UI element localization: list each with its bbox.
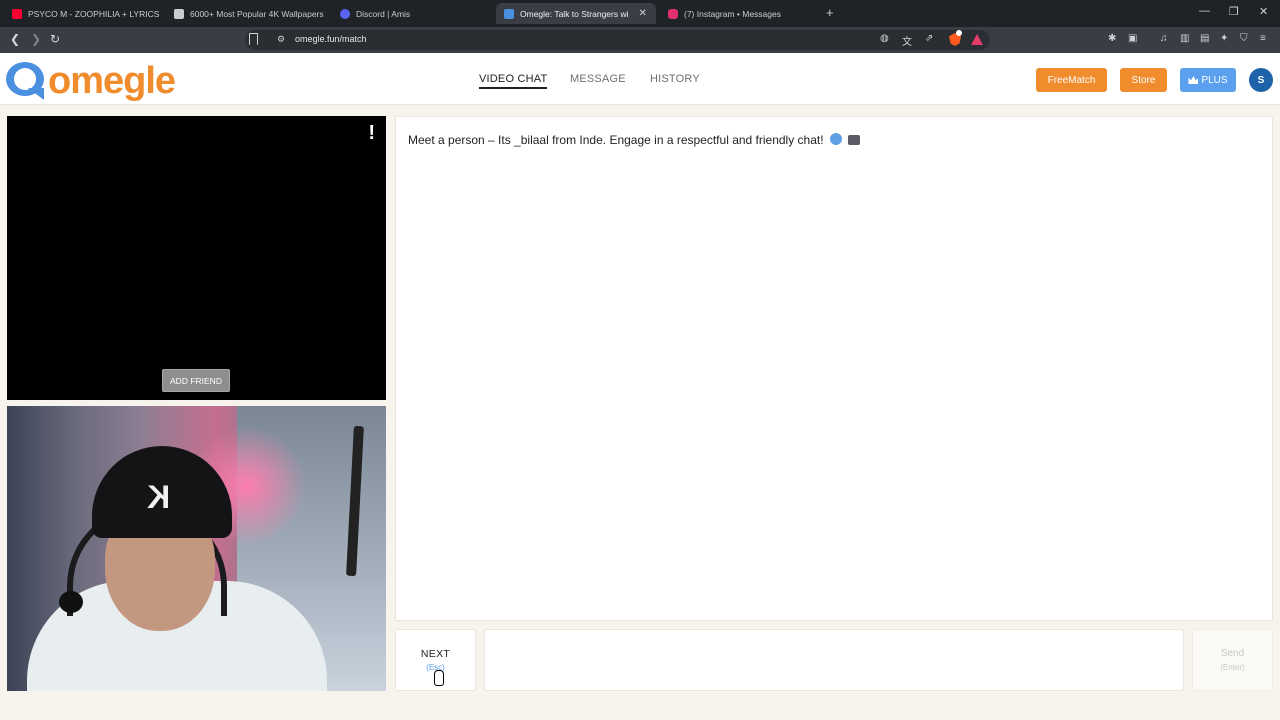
- nav-video-chat[interactable]: VIDEO CHAT: [479, 73, 548, 89]
- close-window-icon[interactable]: ✕: [1259, 5, 1268, 18]
- user-avatar[interactable]: S: [1249, 68, 1273, 92]
- plus-button[interactable]: PLUS: [1180, 68, 1236, 92]
- shields-badge: [956, 30, 962, 36]
- self-video: K: [7, 406, 386, 691]
- instagram-icon: [668, 8, 678, 19]
- back-icon[interactable]: ❮: [10, 32, 20, 46]
- browser-tab-youtube[interactable]: PSYCO M - ZOOPHILIA + LYRICS (TN: [4, 3, 162, 24]
- forward-icon[interactable]: ❯: [31, 32, 41, 46]
- youtube-icon: [12, 8, 22, 19]
- minimize-icon[interactable]: —: [1199, 5, 1210, 17]
- freematch-button[interactable]: FreeMatch: [1036, 68, 1107, 92]
- hand-cursor-icon: [434, 670, 444, 686]
- video-person-mic: [59, 591, 83, 613]
- tab-title: Omegle: Talk to Strangers wi: [520, 8, 629, 19]
- nav-history[interactable]: HISTORY: [650, 73, 700, 85]
- logo-text: omegle: [48, 60, 176, 102]
- reload-icon[interactable]: ↻: [50, 32, 60, 46]
- vpn-icon[interactable]: ⛉: [1240, 33, 1248, 44]
- discord-icon: [340, 8, 350, 19]
- browser-tab-omegle[interactable]: Omegle: Talk to Strangers wi ✕: [496, 3, 656, 24]
- screenshot-icon[interactable]: ▣: [1128, 33, 1137, 44]
- media-icon[interactable]: ♫: [1160, 33, 1168, 44]
- bookmark-icon[interactable]: [249, 33, 258, 45]
- video-camera-icon: [848, 135, 861, 145]
- send-label: Send: [1220, 648, 1245, 659]
- send-shortcut-hint: (Enter): [1220, 663, 1245, 672]
- plus-label: PLUS: [1201, 74, 1228, 86]
- next-label: NEXT: [420, 648, 451, 660]
- nav-message[interactable]: MESSAGE: [570, 73, 626, 85]
- browser-toolbar: ❮ ❯ ↻ ⚙ omegle.fun/match ◍ 文 ⇗ ✱ ▣ ♫ ▥ ▤…: [0, 27, 1280, 53]
- url-text: omegle.fun/match: [295, 34, 367, 44]
- chat-system-message: Meet a person – Its _bilaal from Inde. E…: [408, 133, 861, 147]
- new-tab-icon[interactable]: +: [826, 5, 834, 20]
- browser-tab-discord[interactable]: Discord | Amis: [332, 3, 494, 24]
- sidebar-icon[interactable]: ▥: [1180, 33, 1189, 44]
- brave-rewards-icon[interactable]: [971, 34, 983, 45]
- tab-title: Discord | Amis: [356, 8, 411, 19]
- chat-message-text: Meet a person – Its _bilaal from Inde. E…: [408, 133, 824, 147]
- reader-mode-icon[interactable]: ◍: [880, 33, 889, 44]
- browser-tab-wallpapers[interactable]: 6000+ Most Popular 4K Wallpapers: [166, 3, 332, 24]
- wallet-icon[interactable]: ▤: [1200, 33, 1209, 44]
- crown-icon: [1188, 76, 1199, 84]
- store-button[interactable]: Store: [1120, 68, 1167, 92]
- send-button[interactable]: Send (Enter): [1192, 629, 1273, 691]
- beanie-logo-icon: K: [147, 479, 171, 515]
- chat-log: Meet a person – Its _bilaal from Inde. E…: [395, 116, 1273, 621]
- translate-icon[interactable]: 文: [902, 33, 912, 48]
- report-icon[interactable]: !: [368, 122, 375, 145]
- menu-icon[interactable]: ≡: [1260, 33, 1266, 44]
- site-header: omegle VIDEO CHAT MESSAGE HISTORY FreeMa…: [0, 53, 1280, 105]
- omegle-icon: [504, 8, 514, 19]
- browser-tab-bar: PSYCO M - ZOOPHILIA + LYRICS (TN 6000+ M…: [0, 0, 1280, 27]
- add-friend-button[interactable]: ADD FRIEND: [162, 369, 230, 392]
- message-input[interactable]: [484, 629, 1184, 691]
- restore-icon[interactable]: ❐: [1229, 5, 1239, 18]
- address-bar[interactable]: ⚙ omegle.fun/match: [245, 30, 990, 50]
- extensions-icon[interactable]: ✱: [1108, 33, 1116, 44]
- wallpaper-site-icon: [174, 8, 184, 19]
- site-info-icon[interactable]: ⚙: [277, 34, 285, 45]
- close-tab-icon[interactable]: ✕: [639, 8, 647, 19]
- tab-title: 6000+ Most Popular 4K Wallpapers: [190, 8, 324, 19]
- tab-title: (7) Instagram • Messages: [684, 8, 781, 19]
- tab-title: PSYCO M - ZOOPHILIA + LYRICS (TN: [28, 8, 162, 19]
- omegle-logo[interactable]: omegle: [6, 60, 176, 102]
- share-icon[interactable]: ⇗: [925, 33, 933, 44]
- logo-bubble-icon: [6, 62, 46, 100]
- stranger-video: ! ADD FRIEND: [7, 116, 386, 400]
- browser-tab-instagram[interactable]: (7) Instagram • Messages: [660, 3, 820, 24]
- globe-icon: [829, 133, 842, 145]
- leo-ai-icon[interactable]: ✦: [1220, 33, 1228, 44]
